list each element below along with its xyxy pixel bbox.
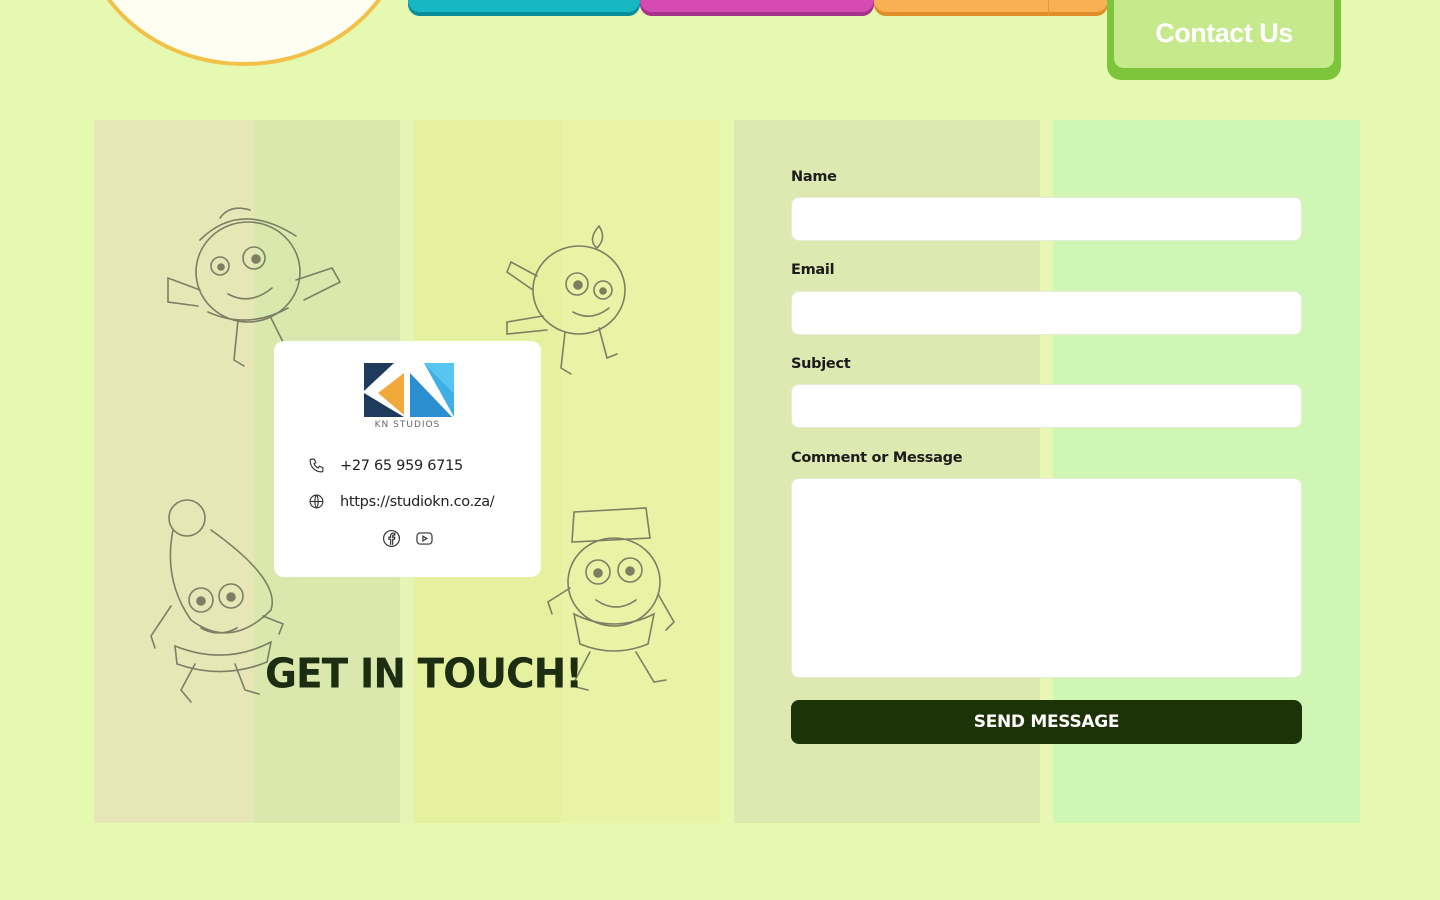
email-input[interactable]	[791, 291, 1302, 335]
contact-us-nav-button[interactable]: Contact Us	[1107, 0, 1341, 80]
kn-studios-logo	[364, 363, 454, 417]
youtube-icon[interactable]	[415, 529, 434, 548]
phone-row[interactable]: +27 65 959 6715	[308, 457, 463, 474]
phone-number: +27 65 959 6715	[340, 457, 463, 474]
phone-icon	[309, 458, 324, 473]
subject-label: Subject	[791, 356, 851, 372]
social-links	[382, 529, 434, 548]
message-label: Comment or Message	[791, 450, 963, 466]
name-label: Name	[791, 169, 837, 185]
nav-logo-emblem[interactable]	[80, 0, 408, 66]
nav-tab-orange[interactable]	[874, 0, 1108, 16]
name-input[interactable]	[791, 197, 1302, 241]
facebook-icon[interactable]	[382, 529, 401, 548]
logo-caption: KN STUDIOS	[374, 420, 441, 430]
website-row[interactable]: https://studiokn.co.za/	[308, 493, 495, 510]
nav-tab-teal[interactable]	[408, 0, 640, 16]
message-textarea[interactable]	[791, 478, 1302, 678]
website-link[interactable]: https://studiokn.co.za/	[340, 494, 495, 510]
email-label: Email	[791, 262, 835, 278]
get-in-touch-heading: GET IN TOUCH!	[265, 650, 583, 699]
globe-icon	[309, 494, 324, 509]
nav-tab-pink[interactable]	[640, 0, 874, 16]
contact-info-card: KN STUDIOS +27 65 959 6715 https://studi…	[274, 341, 541, 577]
subject-input[interactable]	[791, 384, 1302, 428]
contact-us-nav-label: Contact Us	[1114, 0, 1334, 68]
send-message-button[interactable]: SEND MESSAGE	[791, 700, 1302, 744]
